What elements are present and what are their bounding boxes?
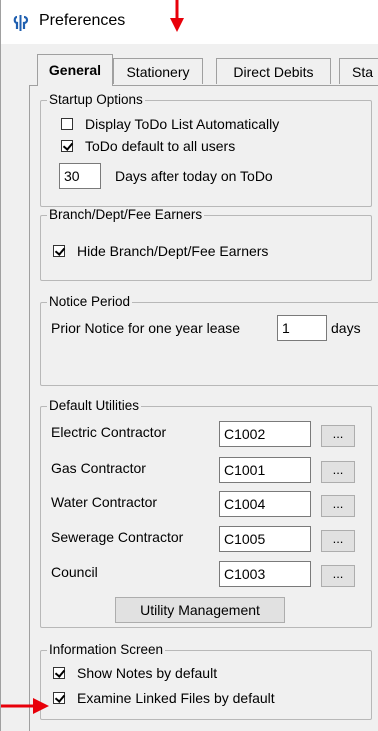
branch-legend: Branch/Dept/Fee Earners [47, 207, 205, 223]
notice-period-legend: Notice Period [47, 294, 133, 310]
utility-input[interactable] [219, 561, 311, 587]
utility-browse-button[interactable]: ... [321, 530, 355, 552]
todo-default-checkbox[interactable] [61, 140, 73, 152]
display-todo-checkbox[interactable] [61, 118, 73, 130]
utility-input[interactable] [219, 421, 311, 447]
utility-management-button[interactable]: Utility Management [115, 597, 285, 623]
red-arrow-icon [170, 0, 184, 32]
days-input[interactable] [59, 163, 101, 189]
utility-label: Water Contractor [51, 494, 158, 510]
utility-label: Council [51, 564, 98, 580]
utility-input[interactable] [219, 526, 311, 552]
title-bar: Preferences [1, 0, 378, 44]
branch-group: Branch/Dept/Fee Earners Hide Branch/Dept… [40, 207, 372, 281]
todo-default-label: ToDo default to all users [85, 138, 236, 154]
utility-label: Electric Contractor [51, 424, 167, 440]
startup-options-legend: Startup Options [47, 92, 145, 108]
tab-direct-debits[interactable]: Direct Debits [216, 58, 331, 84]
show-notes-label: Show Notes by default [77, 665, 218, 681]
notice-period-group: Notice Period Prior Notice for one year … [40, 294, 378, 386]
tab-general[interactable]: General [37, 54, 113, 86]
startup-options-group: Startup Options Display ToDo List Automa… [40, 92, 372, 207]
notice-unit: days [331, 320, 361, 336]
default-utilities-group: Default Utilities Electric Contractor ..… [40, 398, 372, 628]
days-label: Days after today on ToDo [115, 168, 273, 184]
utility-browse-button[interactable]: ... [321, 495, 355, 517]
red-arrow-icon [1, 698, 49, 714]
utility-browse-button[interactable]: ... [321, 461, 355, 483]
utility-input[interactable] [219, 491, 311, 517]
general-panel: Startup Options Display ToDo List Automa… [29, 85, 378, 731]
notice-days-input[interactable] [277, 315, 327, 341]
examine-linked-label: Examine Linked Files by default [77, 690, 275, 706]
app-logo-icon [12, 14, 30, 32]
utility-browse-button[interactable]: ... [321, 565, 355, 587]
show-notes-checkbox[interactable] [53, 667, 65, 679]
utility-label: Gas Contractor [51, 460, 146, 476]
display-todo-label: Display ToDo List Automatically [85, 116, 280, 132]
hide-branch-label: Hide Branch/Dept/Fee Earners [77, 243, 269, 259]
utility-browse-button[interactable]: ... [321, 425, 355, 447]
information-screen-group: Information Screen Show Notes by default… [40, 642, 372, 720]
tab-partial[interactable]: Sta [339, 58, 378, 84]
preferences-window: Preferences General Stationery Direct De… [0, 0, 378, 731]
notice-label: Prior Notice for one year lease [51, 320, 241, 336]
window-title: Preferences [39, 12, 126, 29]
utility-input[interactable] [219, 457, 311, 483]
examine-linked-checkbox[interactable] [53, 692, 65, 704]
information-screen-legend: Information Screen [47, 642, 166, 658]
default-utilities-legend: Default Utilities [47, 398, 142, 414]
tab-strip: General Stationery Direct Debits Sta [29, 54, 378, 86]
utility-label: Sewerage Contractor [51, 529, 184, 545]
hide-branch-checkbox[interactable] [53, 245, 65, 257]
tab-stationery[interactable]: Stationery [113, 58, 203, 84]
